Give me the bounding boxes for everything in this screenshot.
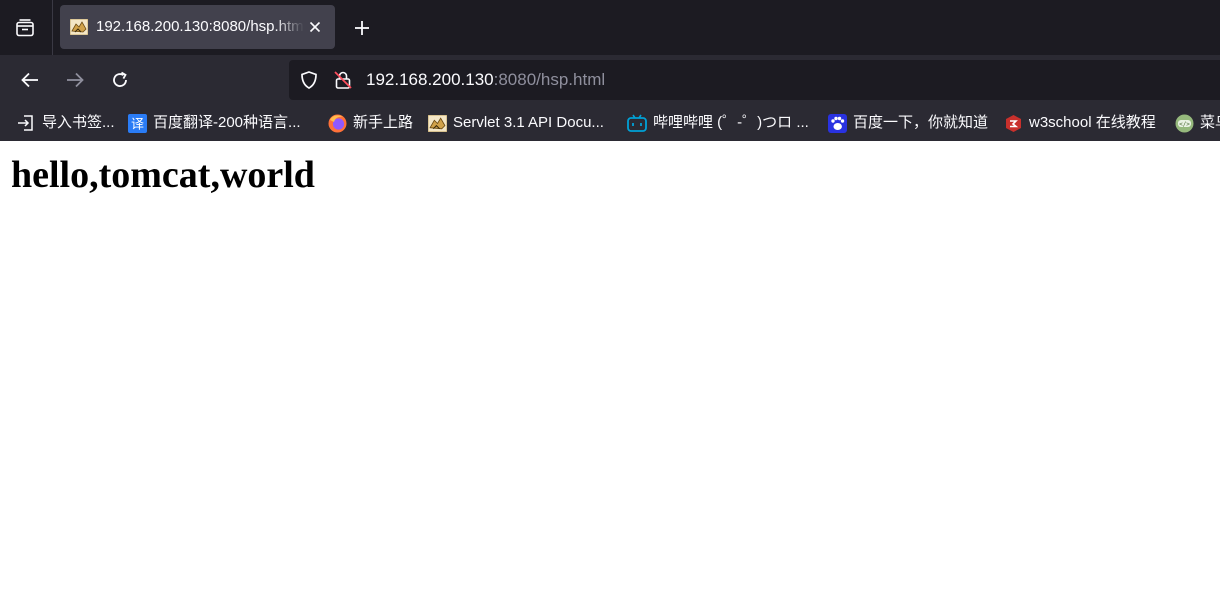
browser-window: 192.168.200.130:8080/hsp.html 192.168.20… <box>0 0 1220 606</box>
plus-icon <box>355 21 369 35</box>
insecure-lock-icon[interactable] <box>333 70 353 90</box>
bookmark-import[interactable]: 导入书签... <box>16 111 115 135</box>
baidu-translate-icon: 译 <box>127 113 147 133</box>
tab-strip: 192.168.200.130:8080/hsp.html <box>0 0 1220 55</box>
bookmark-baidu-translate[interactable]: 译 百度翻译-200种语言... <box>127 111 301 135</box>
bookmark-w3school[interactable]: w3school 在线教程 <box>1003 111 1156 135</box>
bookmark-servlet-api[interactable]: Servlet 3.1 API Docu... <box>427 111 604 135</box>
firefox-icon <box>327 113 347 133</box>
svg-text:译: 译 <box>130 117 143 132</box>
bookmark-label: 哔哩哔哩 (゜-゜)つロ ... <box>653 114 809 131</box>
bookmark-baidu[interactable]: 百度一下，你就知道 <box>827 111 988 135</box>
url-port-path: :8080/hsp.html <box>493 70 606 89</box>
close-tab-button[interactable] <box>305 17 325 37</box>
import-icon <box>16 113 36 133</box>
bookmark-getting-started[interactable]: 新手上路 <box>327 111 413 135</box>
runoob-icon: </> <box>1174 113 1194 133</box>
bookmark-label: 菜鸟 <box>1200 114 1220 131</box>
forward-arrow-icon <box>67 72 84 88</box>
tracking-protection-shield-icon[interactable] <box>299 70 319 90</box>
new-tab-button[interactable] <box>346 12 378 44</box>
page-viewport: hello,tomcat,world <box>0 141 1220 606</box>
forward-button[interactable] <box>59 64 91 96</box>
back-arrow-icon <box>21 72 38 88</box>
tomcat-favicon <box>70 19 88 35</box>
baidu-paw-icon <box>827 113 847 133</box>
tab-active[interactable]: 192.168.200.130:8080/hsp.html <box>60 5 335 49</box>
bookmark-label: 新手上路 <box>353 114 414 131</box>
bookmark-label: 百度一下，你就知道 <box>853 114 989 131</box>
url-host: 192.168.200.130 <box>366 70 494 89</box>
tab-title: 192.168.200.130:8080/hsp.html <box>96 18 304 35</box>
bookmark-bilibili[interactable]: 哔哩哔哩 (゜-゜)つロ ... <box>627 111 809 135</box>
reload-button[interactable] <box>104 64 136 96</box>
bookmark-label: w3school 在线教程 <box>1029 114 1156 131</box>
url-bar[interactable]: 192.168.200.130:8080/hsp.html <box>289 60 1220 100</box>
bilibili-icon <box>627 113 647 133</box>
bookmark-label: Servlet 3.1 API Docu... <box>453 114 604 131</box>
bookmarks-toolbar: 导入书签... 译 百度翻译-200种语言... 新手上路 Servlet 3.… <box>0 105 1220 141</box>
bookmark-label: 导入书签... <box>42 114 115 131</box>
w3school-icon <box>1003 113 1023 133</box>
close-icon <box>309 21 321 33</box>
tab-divider <box>52 0 53 55</box>
firefox-view-icon <box>16 19 34 37</box>
reload-icon <box>113 71 127 87</box>
page-heading: hello,tomcat,world <box>11 154 315 196</box>
back-button[interactable] <box>14 64 46 96</box>
svg-text:</>: </> <box>1179 120 1190 127</box>
bookmark-runoob[interactable]: </> 菜鸟 <box>1174 111 1220 135</box>
url-text[interactable]: 192.168.200.130:8080/hsp.html <box>366 70 605 90</box>
navigation-toolbar: 192.168.200.130:8080/hsp.html <box>0 55 1220 105</box>
tab-list-button[interactable] <box>9 12 41 44</box>
bookmark-label: 百度翻译-200种语言... <box>153 114 301 131</box>
tomcat-favicon <box>427 113 447 133</box>
